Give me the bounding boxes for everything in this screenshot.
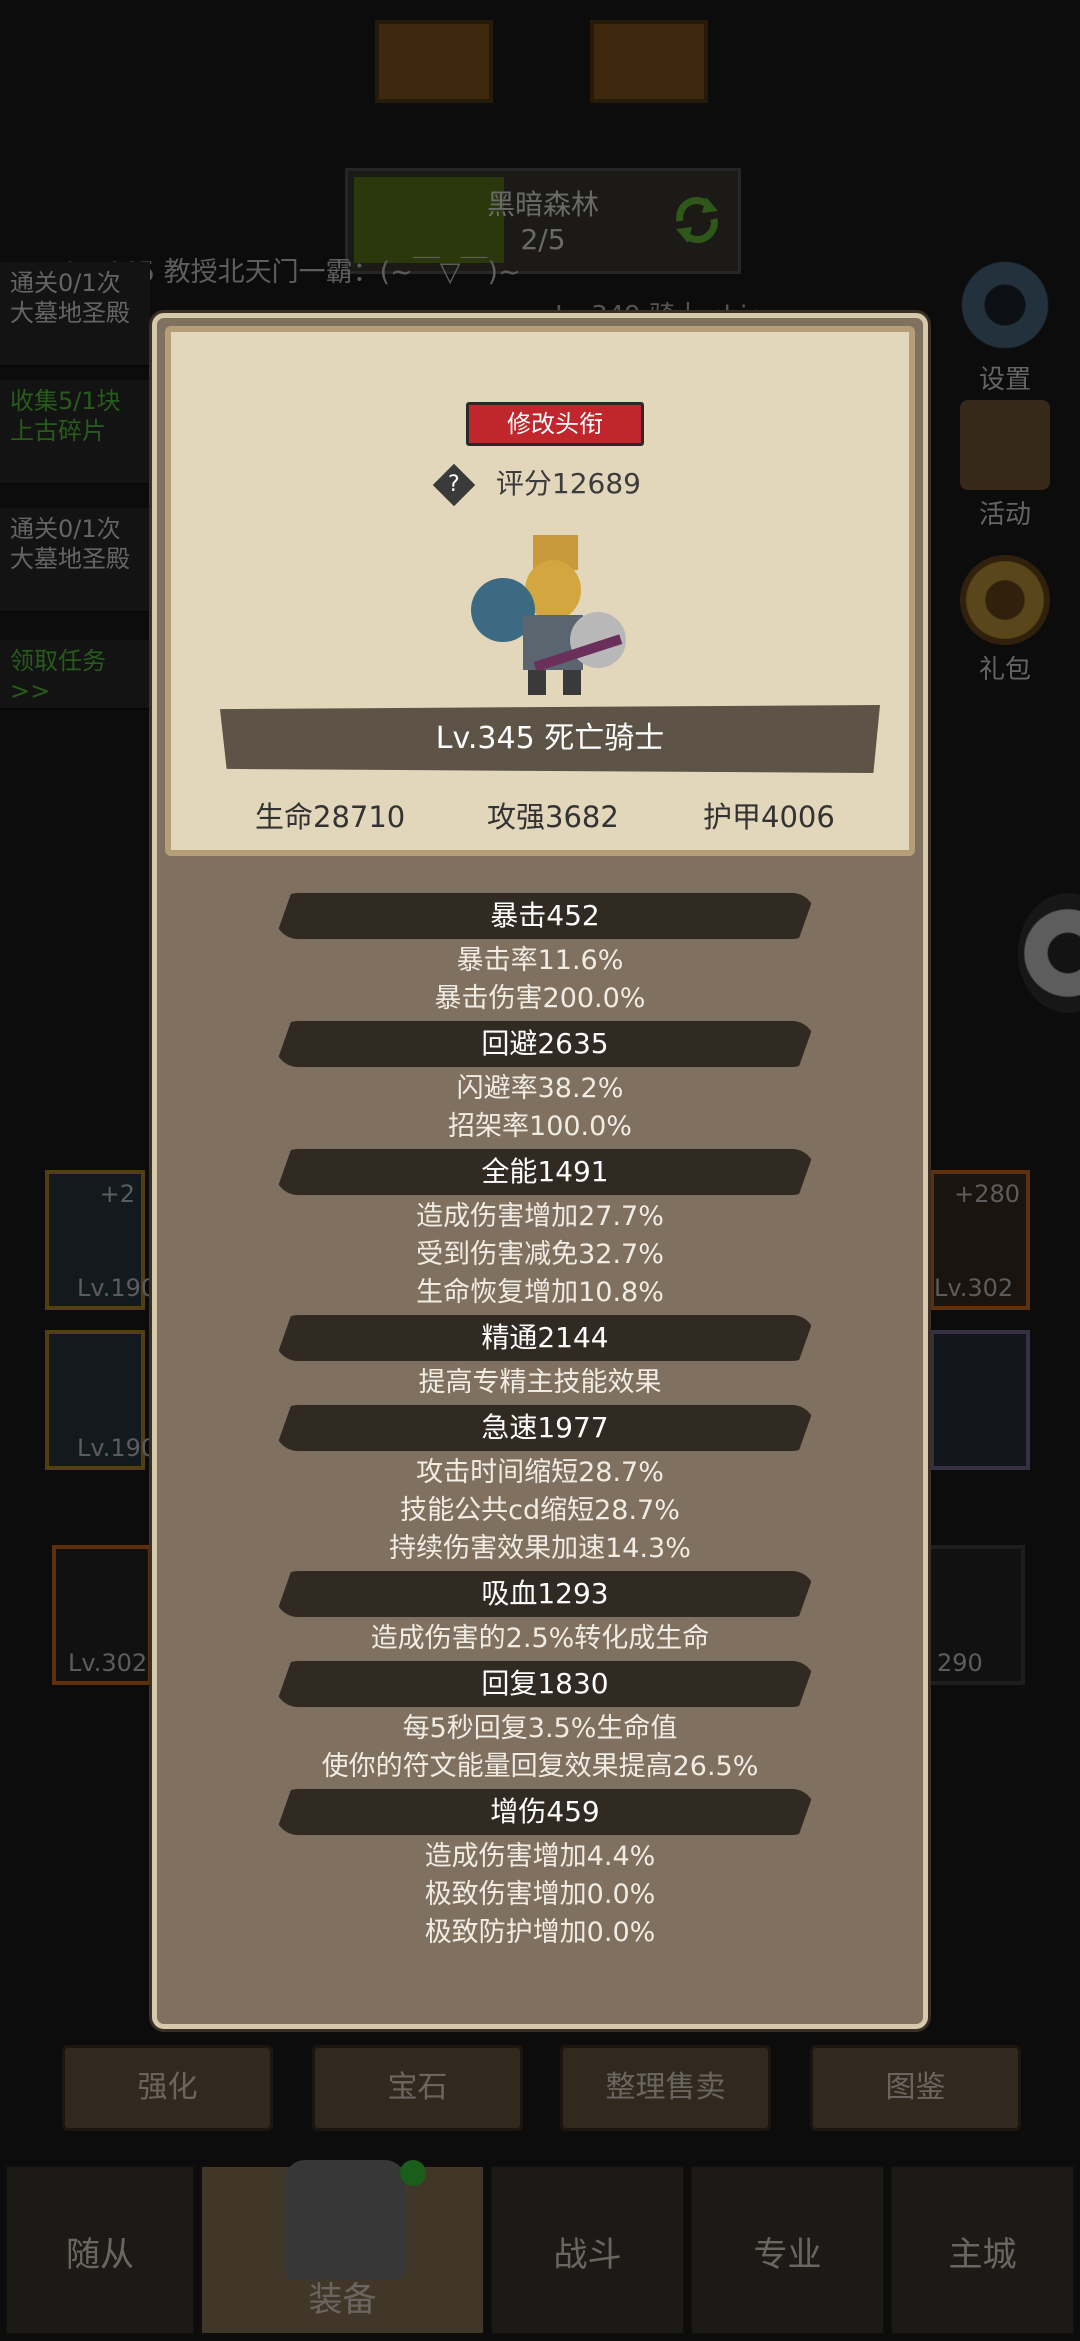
stat-category-versatility: 全能1491 [275, 1149, 815, 1195]
stat-line: 极致伤害增加0.0% [424, 1879, 656, 1910]
change-title-button[interactable]: 修改头衔 [466, 402, 644, 446]
enhance-button[interactable]: 强化 [62, 2045, 273, 2131]
stat-line: 受到伤害减免32.7% [416, 1239, 664, 1270]
settings-cog-icon[interactable] [1018, 893, 1080, 1013]
stat-category-damage-boost: 增伤459 [275, 1789, 815, 1835]
gift-button[interactable]: 礼包 [945, 555, 1065, 686]
calendar-icon [960, 400, 1050, 490]
hp-stat: 生命28710 [255, 800, 406, 834]
top-slot-left[interactable] [375, 20, 493, 103]
armor-icon [285, 2160, 405, 2280]
stat-category-crit: 暴击452 [275, 893, 815, 939]
equipment-level: Lv.190 [77, 1434, 157, 1462]
quest-item[interactable]: 通关0/1次大墓地圣殿 [0, 262, 150, 367]
equipment-slot[interactable]: 290 [925, 1545, 1025, 1685]
stat-category-dodge: 回避2635 [275, 1021, 815, 1067]
quest-item[interactable]: 通关0/1次大墓地圣殿 [0, 508, 150, 613]
stat-line: 每5秒回复3.5%生命值 [402, 1713, 678, 1744]
character-stats-dialog: 修改头衔 ? 评分12689 Lv.345 死亡骑士 生命28710 攻强368… [152, 313, 928, 2029]
notification-badge [400, 2160, 426, 2186]
tab-battle[interactable]: 战斗 [490, 2165, 685, 2335]
quest-item[interactable]: 领取任务>> [0, 640, 150, 710]
gem-button[interactable]: 宝石 [312, 2045, 523, 2131]
activity-button[interactable]: 活动 [945, 400, 1065, 531]
tab-followers[interactable]: 随从 [5, 2165, 195, 2335]
equipment-slot[interactable]: Lv.302 [52, 1545, 152, 1685]
stat-category-haste: 急速1977 [275, 1405, 815, 1451]
settings-label: 设置 [978, 365, 1031, 395]
tab-main-city[interactable]: 主城 [890, 2165, 1075, 2335]
equipment-bonus: +2 [99, 1180, 135, 1208]
sort-sell-button[interactable]: 整理售卖 [560, 2045, 771, 2131]
equipment-level: Lv.302 [934, 1274, 1014, 1302]
activity-label: 活动 [978, 500, 1031, 530]
stat-line: 技能公共cd缩短28.7% [400, 1495, 680, 1526]
stat-category-regen: 回复1830 [275, 1661, 815, 1707]
hero-name-bar: Lv.345 死亡骑士 [220, 705, 880, 773]
question-icon[interactable]: ? [432, 463, 476, 507]
quest-item[interactable]: 收集5/1块上古碎片 [0, 380, 150, 485]
stat-line: 持续伤害效果加速14.3% [389, 1533, 691, 1564]
stat-line: 攻击时间缩短28.7% [416, 1457, 664, 1488]
equipment-slot[interactable]: +280 Lv.302 [930, 1170, 1030, 1310]
settings-button[interactable]: 设置 [945, 255, 1065, 396]
stat-line: 闪避率38.2% [456, 1073, 624, 1104]
stat-category-lifesteal: 吸血1293 [275, 1571, 815, 1617]
gift-bag-icon [960, 555, 1050, 645]
codex-button[interactable]: 图鉴 [810, 2045, 1021, 2131]
character-header-panel: 修改头衔 ? 评分12689 Lv.345 死亡骑士 生命28710 攻强368… [165, 326, 915, 856]
stat-line: 极致防护增加0.0% [424, 1917, 656, 1948]
equipment-bonus: +280 [954, 1180, 1020, 1208]
equipment-level: Lv.302 [68, 1649, 148, 1677]
death-knight-portrait [471, 535, 626, 695]
score-row: ? 评分12689 [171, 462, 909, 507]
stat-line: 造成伤害增加27.7% [416, 1201, 664, 1232]
gear-icon [955, 255, 1055, 355]
equipment-level: 290 [937, 1649, 983, 1677]
stat-line: 提高专精主技能效果 [418, 1367, 662, 1398]
stat-line: 暴击伤害200.0% [434, 983, 646, 1014]
equipment-level: Lv.190 [77, 1274, 157, 1302]
score-value: 评分12689 [495, 467, 641, 500]
equipment-slot[interactable] [930, 1330, 1030, 1470]
stat-line: 暴击率11.6% [456, 945, 624, 976]
stat-line: 招架率100.0% [448, 1111, 632, 1142]
top-slot-right[interactable] [590, 20, 708, 103]
stat-line: 使你的符文能量回复效果提高26.5% [321, 1751, 759, 1782]
armor-stat: 护甲4006 [703, 800, 835, 834]
stat-line: 造成伤害增加4.4% [424, 1841, 656, 1872]
attack-stat: 攻强3682 [487, 800, 619, 834]
refresh-icon[interactable] [670, 193, 724, 247]
equipment-slot[interactable]: +2 Lv.190 [45, 1170, 156, 1310]
stat-category-mastery: 精通2144 [275, 1315, 815, 1361]
stat-line: 生命恢复增加10.8% [416, 1277, 664, 1308]
equipment-slot[interactable]: Lv.190 [45, 1330, 156, 1470]
gift-label: 礼包 [978, 655, 1031, 685]
stat-line: 造成伤害的2.5%转化成生命 [370, 1623, 710, 1654]
tab-profession[interactable]: 专业 [690, 2165, 885, 2335]
